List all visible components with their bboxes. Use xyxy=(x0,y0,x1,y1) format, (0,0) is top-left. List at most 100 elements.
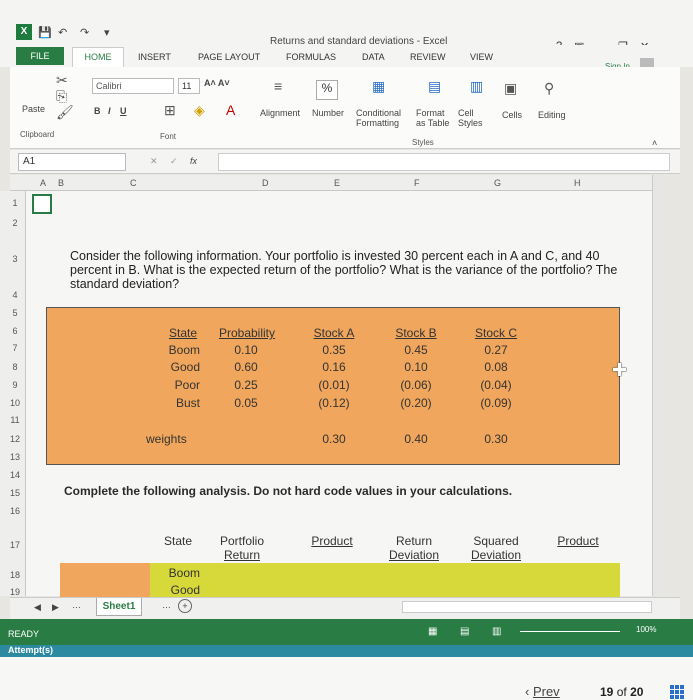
row-header[interactable]: 17 xyxy=(6,540,24,550)
enter-icon[interactable]: ✓ xyxy=(170,156,178,167)
column-header-h[interactable]: H xyxy=(574,178,581,188)
cell-stock-a[interactable]: 0.35 xyxy=(306,343,362,357)
more-sheets-icon[interactable]: … xyxy=(72,600,81,610)
formula-input[interactable] xyxy=(218,153,670,171)
row-header[interactable]: 14 xyxy=(6,470,24,480)
row-header[interactable]: 10 xyxy=(6,398,24,408)
cell-stock-b[interactable]: 0.45 xyxy=(388,343,444,357)
redo-icon[interactable]: ↷ xyxy=(80,26,89,39)
cell-styles-button[interactable]: Cell Styles xyxy=(458,108,488,128)
prev-sheet-icon[interactable]: ◀ xyxy=(34,602,41,613)
tab-review[interactable]: REVIEW xyxy=(410,52,446,62)
cell-stock-a[interactable]: (0.12) xyxy=(306,396,362,410)
conditional-formatting-icon[interactable]: ▦ xyxy=(372,78,385,95)
prev-button[interactable]: ‹ Prev xyxy=(525,684,560,699)
page-layout-view-icon[interactable]: ▤ xyxy=(460,626,469,637)
alignment-icon[interactable]: ≡ xyxy=(274,78,282,94)
cell-state[interactable]: Poor xyxy=(154,378,200,392)
cell-stock-c[interactable]: (0.09) xyxy=(468,396,524,410)
column-header-e[interactable]: E xyxy=(334,178,340,188)
row-header[interactable]: 13 xyxy=(6,452,24,462)
cell-stock-c[interactable]: 0.27 xyxy=(468,343,524,357)
zoom-slider[interactable] xyxy=(520,631,620,632)
row-header[interactable]: 2 xyxy=(6,218,24,228)
tab-insert[interactable]: INSERT xyxy=(138,52,171,62)
row-header[interactable]: 1 xyxy=(6,198,24,208)
cell-stock-c[interactable]: 0.08 xyxy=(468,360,524,374)
cell-stock-b[interactable]: (0.20) xyxy=(388,396,444,410)
weight-stock-a[interactable]: 0.30 xyxy=(306,432,362,446)
row-header[interactable]: 16 xyxy=(6,506,24,516)
format-as-table-icon[interactable]: ▤ xyxy=(428,78,441,95)
horizontal-scrollbar[interactable] xyxy=(402,601,652,613)
cell-probability[interactable]: 0.60 xyxy=(220,360,272,374)
row-header[interactable]: 8 xyxy=(6,362,24,372)
insert-function-button[interactable]: fx xyxy=(190,156,197,166)
cell-stock-b[interactable]: (0.06) xyxy=(388,378,444,392)
paste-button[interactable]: Paste xyxy=(22,104,45,114)
cell-state[interactable]: Boom xyxy=(154,343,200,357)
cell-state[interactable]: Good xyxy=(154,360,200,374)
tab-formulas[interactable]: FORMULAS xyxy=(286,52,336,62)
alignment-button[interactable]: Alignment xyxy=(260,108,300,118)
copy-icon[interactable]: ⎘ xyxy=(56,88,67,105)
collapse-ribbon-icon[interactable]: ˄ xyxy=(652,138,657,148)
cell-probability[interactable]: 0.05 xyxy=(220,396,272,410)
fill-color-icon[interactable]: ◈ xyxy=(194,102,205,119)
tab-view[interactable]: VIEW xyxy=(470,52,493,62)
cell-stock-b[interactable]: 0.10 xyxy=(388,360,444,374)
font-name-dropdown[interactable]: Calibri xyxy=(92,78,174,94)
cell-stock-a[interactable]: 0.16 xyxy=(306,360,362,374)
row-header[interactable]: 4 xyxy=(6,290,24,300)
cancel-icon[interactable]: ✕ xyxy=(150,156,158,167)
font-size-dropdown[interactable]: 11 xyxy=(178,78,200,94)
name-box[interactable]: A1 xyxy=(18,153,126,171)
conditional-formatting-button[interactable]: Conditional Formatting xyxy=(356,108,416,128)
analysis-state[interactable]: Boom xyxy=(152,566,200,580)
cell-stock-a[interactable]: (0.01) xyxy=(306,378,362,392)
analysis-state[interactable]: Good xyxy=(152,583,200,597)
borders-icon[interactable]: ⊞ xyxy=(164,102,176,119)
column-header-f[interactable]: F xyxy=(414,178,420,188)
format-as-table-button[interactable]: Format as Table xyxy=(416,108,456,128)
tab-file[interactable]: FILE xyxy=(16,47,64,65)
column-header-g[interactable]: G xyxy=(494,178,501,188)
row-header[interactable]: 11 xyxy=(6,415,24,425)
format-painter-icon[interactable]: 🖌 xyxy=(56,104,74,121)
font-color-icon[interactable]: A xyxy=(226,102,235,118)
italic-button[interactable]: I xyxy=(108,106,111,116)
cells-icon[interactable]: ▣ xyxy=(504,80,517,97)
save-icon[interactable]: 💾 xyxy=(38,26,52,39)
more-sheets-icon[interactable]: … xyxy=(162,600,171,610)
cell-styles-icon[interactable]: ▥ xyxy=(470,78,483,95)
weight-stock-c[interactable]: 0.30 xyxy=(468,432,524,446)
cell-state[interactable]: Bust xyxy=(154,396,200,410)
row-header[interactable]: 18 xyxy=(6,570,24,580)
cell-probability[interactable]: 0.10 xyxy=(220,343,272,357)
sheet-tab-sheet1[interactable]: Sheet1 xyxy=(96,598,142,616)
cells-button[interactable]: Cells xyxy=(502,110,522,120)
number-button[interactable]: Number xyxy=(312,108,344,118)
row-header[interactable]: 19 xyxy=(6,587,24,597)
column-header-a[interactable]: A xyxy=(40,178,46,188)
quick-access-icon[interactable]: ▾ xyxy=(104,26,110,39)
cut-icon[interactable]: ✂ xyxy=(56,72,68,89)
underline-button[interactable]: U xyxy=(120,106,127,116)
editing-button[interactable]: Editing xyxy=(538,110,566,120)
row-header[interactable]: 6 xyxy=(6,326,24,336)
row-header[interactable]: 3 xyxy=(6,254,24,264)
column-header-b[interactable]: B xyxy=(58,178,64,188)
zoom-level[interactable]: 100% xyxy=(636,625,656,634)
row-header[interactable]: 12 xyxy=(6,434,24,444)
row-header[interactable]: 7 xyxy=(6,343,24,353)
cell-probability[interactable]: 0.25 xyxy=(220,378,272,392)
tab-home[interactable]: HOME xyxy=(72,47,124,67)
number-format-icon[interactable]: % xyxy=(316,80,338,100)
tab-page-layout[interactable]: PAGE LAYOUT xyxy=(198,52,260,62)
add-sheet-icon[interactable]: + xyxy=(178,599,192,613)
binoculars-icon[interactable]: ⚲ xyxy=(544,80,554,97)
normal-view-icon[interactable]: ▦ xyxy=(428,626,437,637)
vertical-scrollbar[interactable] xyxy=(652,175,664,596)
selected-cell-a1[interactable] xyxy=(32,194,52,214)
row-header[interactable]: 15 xyxy=(6,488,24,498)
